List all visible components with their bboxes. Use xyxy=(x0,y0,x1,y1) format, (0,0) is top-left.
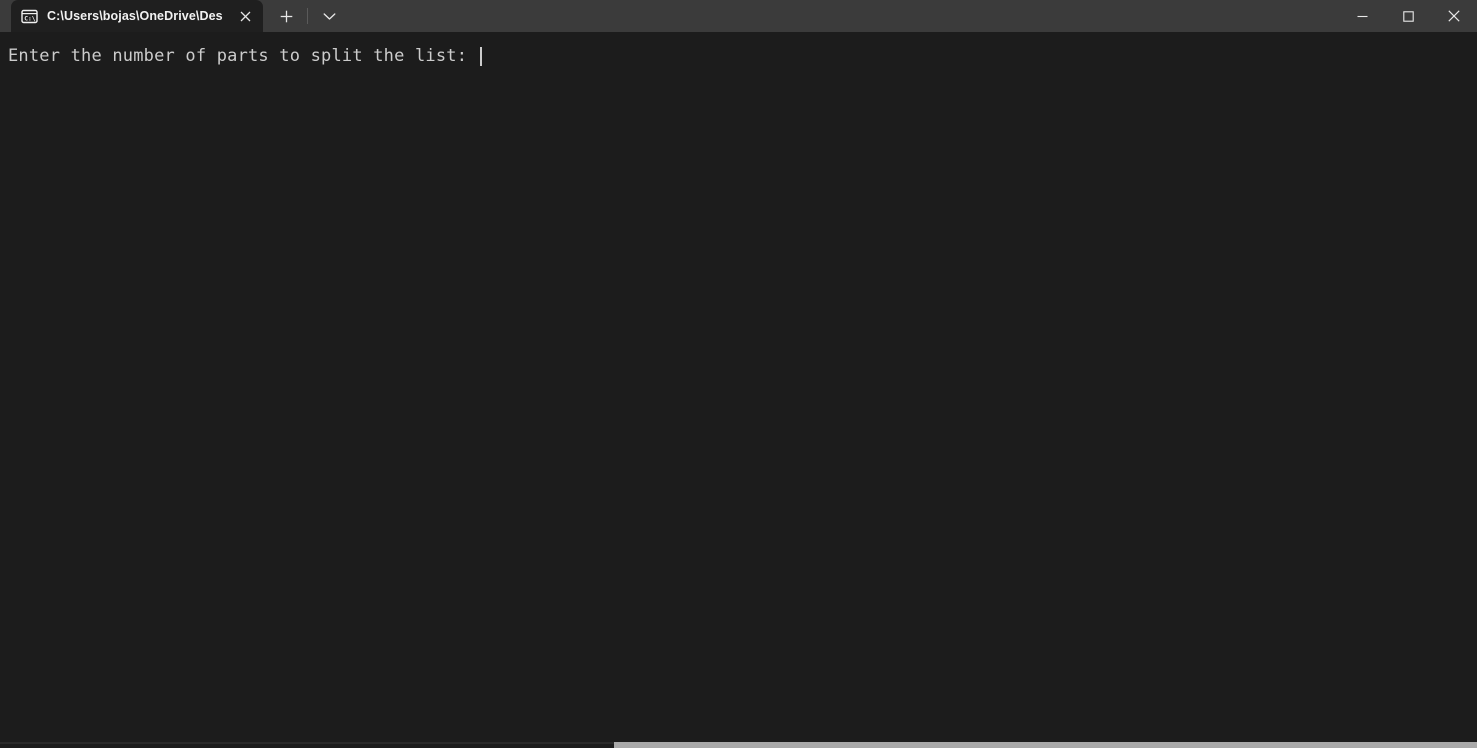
toolbar-separator xyxy=(307,8,308,24)
close-window-button[interactable] xyxy=(1431,0,1477,32)
horizontal-scrollbar[interactable] xyxy=(0,741,1477,748)
chevron-down-icon xyxy=(323,12,335,20)
tabstrip-actions xyxy=(263,0,346,32)
terminal-content-area[interactable]: Enter the number of parts to split the l… xyxy=(0,32,1477,748)
minimize-button[interactable] xyxy=(1339,0,1385,32)
minimize-icon xyxy=(1357,15,1367,17)
terminal-output-line: Enter the number of parts to split the l… xyxy=(8,45,482,67)
tab-dropdown-button[interactable] xyxy=(312,1,346,31)
maximize-button[interactable] xyxy=(1385,0,1431,32)
plus-icon xyxy=(280,10,292,22)
text-cursor xyxy=(479,46,482,66)
tab-command-prompt[interactable]: C:\ C:\Users\bojas\OneDrive\Des xyxy=(11,0,263,32)
window-caption-buttons xyxy=(1339,0,1477,32)
tab-title: C:\Users\bojas\OneDrive\Des xyxy=(47,9,223,23)
maximize-icon xyxy=(1402,10,1414,22)
titlebar-drag-area[interactable] xyxy=(346,0,1339,32)
scrollbar-track[interactable] xyxy=(0,742,614,744)
scrollbar-thumb[interactable] xyxy=(614,742,1477,748)
close-icon xyxy=(1448,10,1460,22)
tab-strip: C:\ C:\Users\bojas\OneDrive\Des xyxy=(0,0,346,32)
new-tab-button[interactable] xyxy=(269,1,303,31)
terminal-prompt-text: Enter the number of parts to split the l… xyxy=(8,46,478,66)
tab-close-icon[interactable] xyxy=(231,3,259,29)
titlebar[interactable]: C:\ C:\Users\bojas\OneDrive\Des xyxy=(0,0,1477,32)
terminal-window: C:\ C:\Users\bojas\OneDrive\Des Enter th… xyxy=(0,0,1477,748)
svg-text:C:\: C:\ xyxy=(24,15,36,22)
command-prompt-icon: C:\ xyxy=(21,8,38,25)
